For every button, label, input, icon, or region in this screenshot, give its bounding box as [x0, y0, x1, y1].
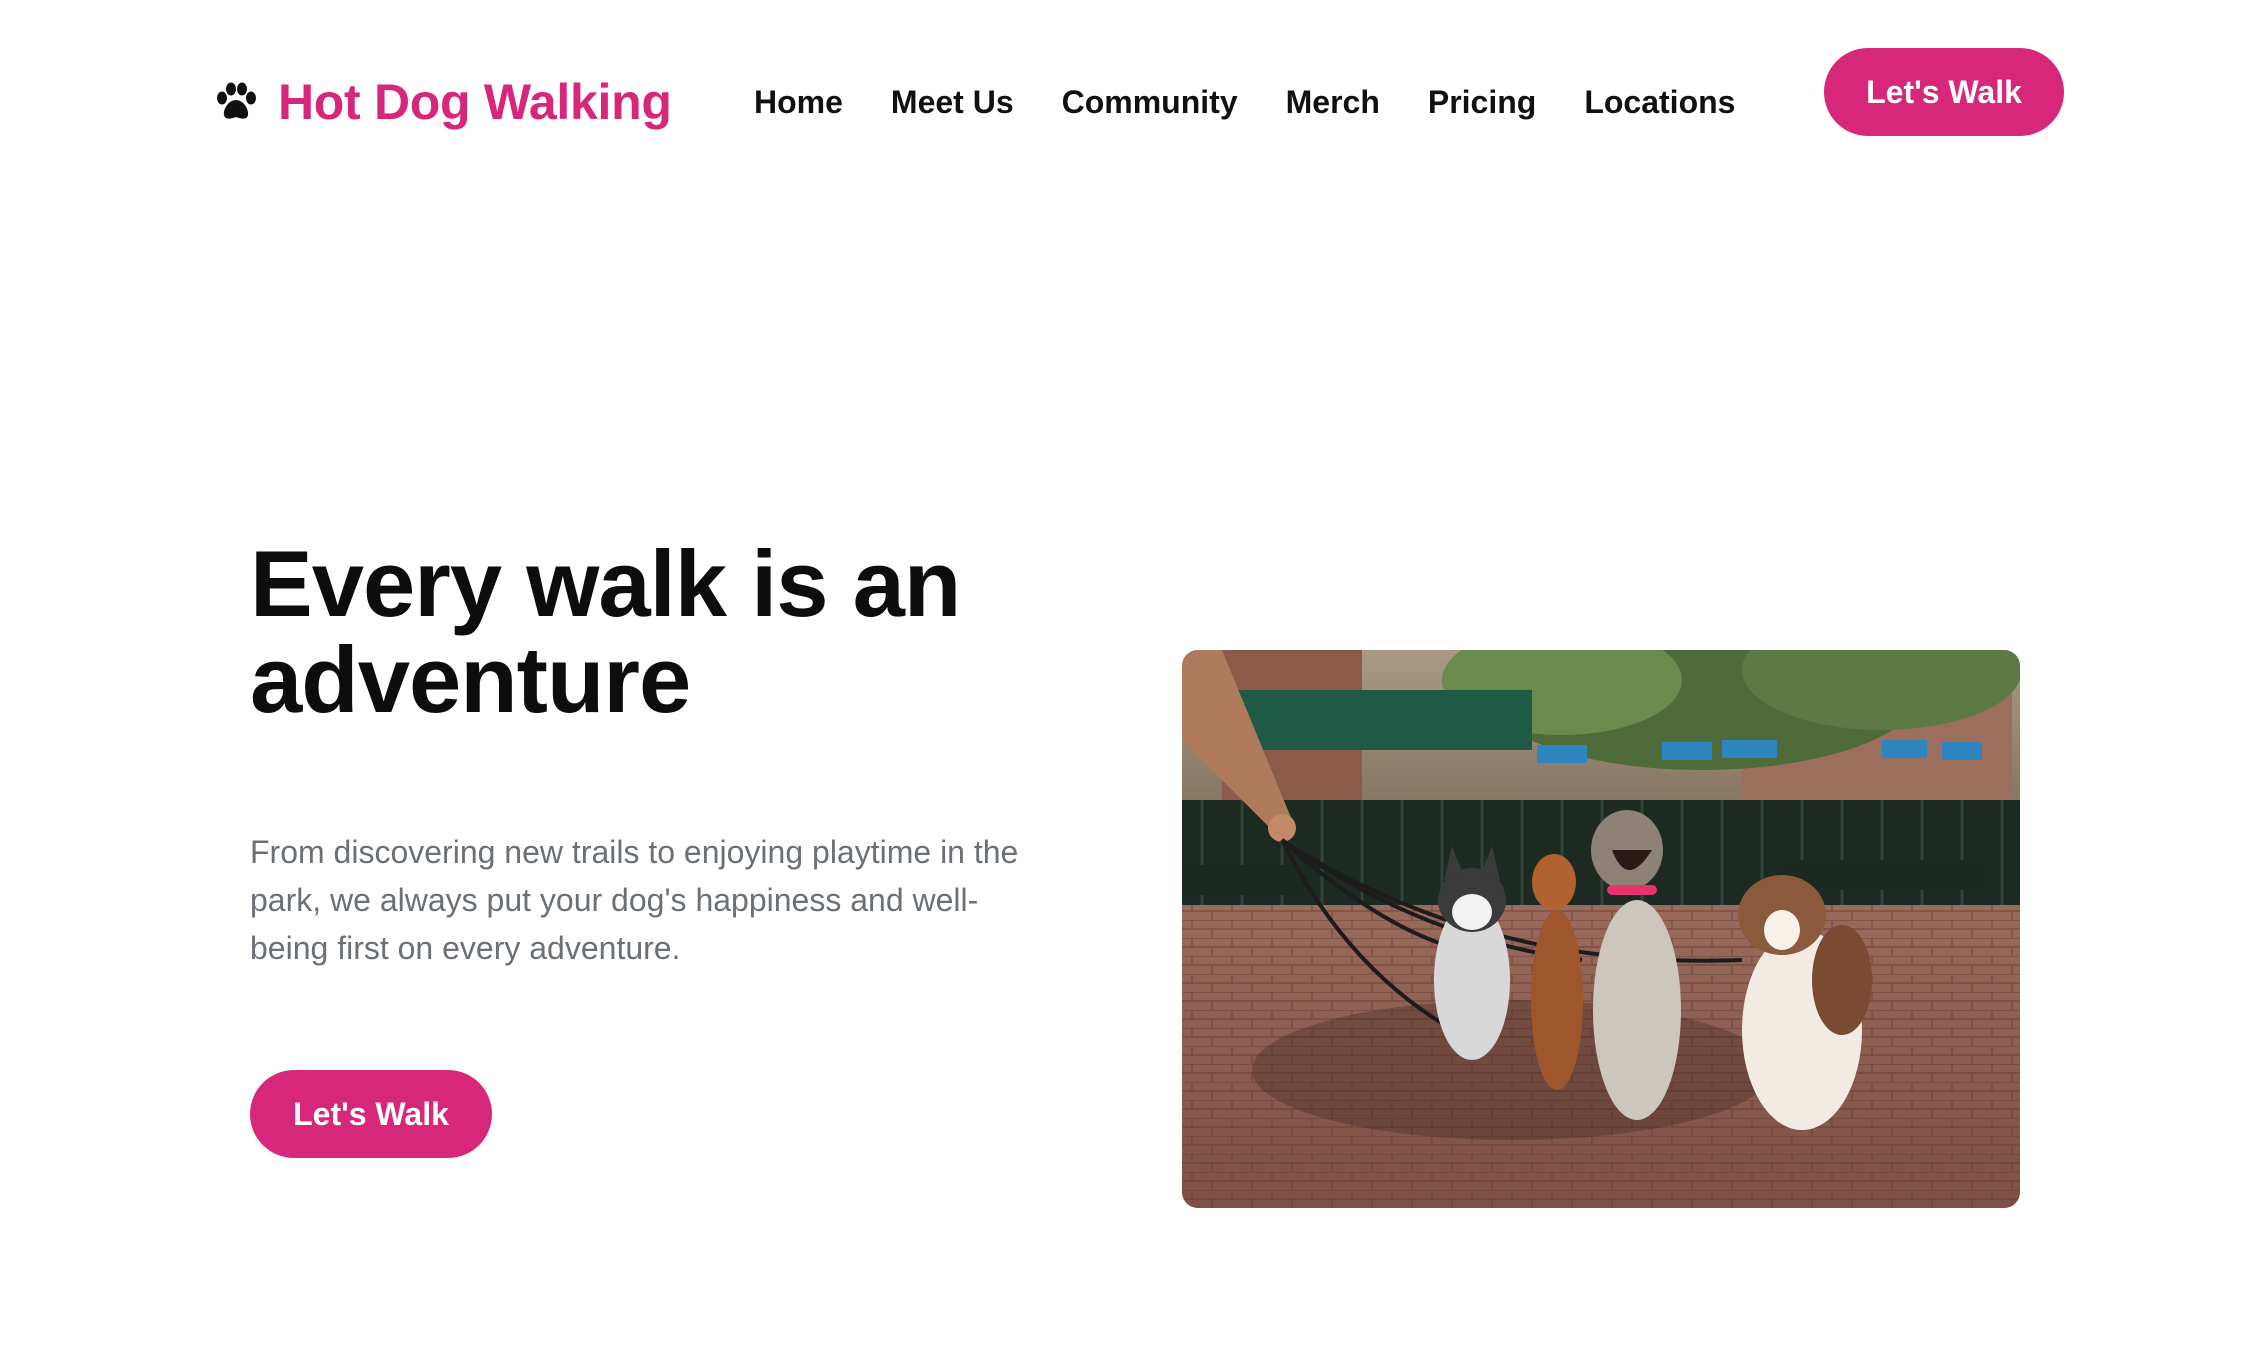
main-nav: Home Meet Us Community Merch Pricing Loc…	[754, 70, 1735, 134]
hero-title: Every walk is an adventure	[250, 536, 1070, 728]
nav-item-locations[interactable]: Locations	[1584, 86, 1735, 118]
nav-item-merch[interactable]: Merch	[1286, 86, 1380, 118]
brand-name: Hot Dog Walking	[278, 74, 672, 130]
nav-item-pricing[interactable]: Pricing	[1428, 86, 1536, 118]
header-lets-walk-button[interactable]: Let's Walk	[1824, 48, 2064, 136]
hero-description: From discovering new trails to enjoying …	[250, 834, 1019, 966]
nav-item-home[interactable]: Home	[754, 86, 843, 118]
brand-logo-link[interactable]: Hot Dog Walking	[214, 68, 672, 136]
hero-title-line-2: adventure	[250, 627, 691, 732]
hero-dog-walk-photo	[1182, 650, 2020, 1208]
site-header: Hot Dog Walking Home Meet Us Community M…	[0, 0, 2256, 190]
hero-lets-walk-button[interactable]: Let's Walk	[250, 1070, 492, 1158]
paw-icon	[214, 82, 258, 122]
nav-item-community[interactable]: Community	[1062, 86, 1238, 118]
hero-title-line-1: Every walk is an	[250, 531, 961, 636]
landing-page: Hot Dog Walking Home Meet Us Community M…	[0, 0, 2256, 1360]
nav-item-meet-us[interactable]: Meet Us	[891, 86, 1014, 118]
